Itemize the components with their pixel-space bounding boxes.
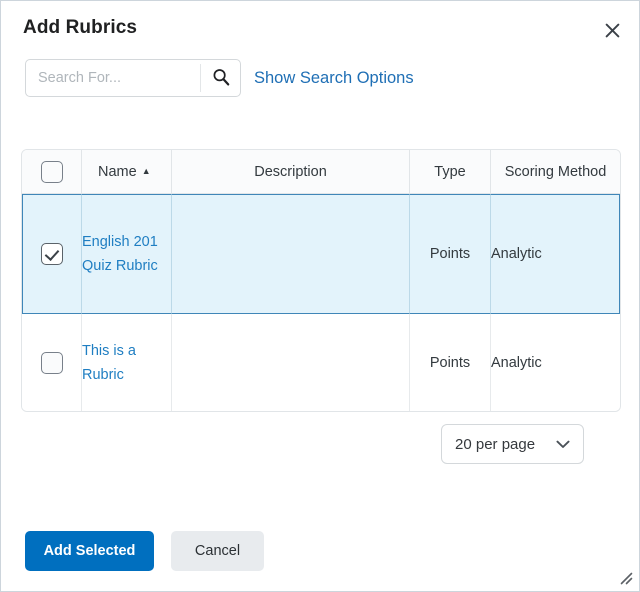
show-search-options-link[interactable]: Show Search Options — [254, 69, 414, 88]
row-checkbox[interactable] — [40, 243, 63, 265]
row-scoring-method-cell: Analytic — [491, 314, 620, 411]
rubric-name-link[interactable]: This is a Rubric — [82, 343, 136, 383]
search-box — [25, 59, 241, 97]
row-type-cell: Points — [410, 194, 491, 314]
close-button[interactable] — [597, 15, 627, 45]
column-header-type[interactable]: Type — [410, 150, 491, 194]
resize-grip-icon[interactable] — [617, 569, 633, 585]
table-row[interactable]: English 201 Quiz Rubric Points Analytic — [22, 194, 620, 314]
per-page-select[interactable]: 20 per page — [441, 424, 584, 464]
sort-ascending-icon: ▲ — [141, 165, 151, 176]
table-row[interactable]: This is a Rubric Points Analytic — [22, 314, 620, 411]
table-header-row: Name ▲ Description Type Scoring Method — [22, 150, 620, 194]
column-header-description[interactable]: Description — [172, 150, 410, 194]
column-header-scoring-method[interactable]: Scoring Method — [491, 150, 620, 194]
dialog-header: Add Rubrics — [1, 1, 639, 57]
row-name-cell: This is a Rubric — [82, 314, 172, 411]
search-button[interactable] — [201, 60, 240, 96]
row-select-cell — [22, 194, 82, 314]
close-icon — [605, 23, 620, 38]
column-header-name[interactable]: Name ▲ — [82, 150, 172, 194]
page-title: Add Rubrics — [23, 17, 138, 38]
add-rubrics-dialog: Add Rubrics Show Search Optio — [0, 0, 640, 592]
search-icon — [212, 68, 230, 89]
row-description-cell — [172, 194, 410, 314]
row-type-cell: Points — [410, 314, 491, 411]
row-checkbox[interactable] — [40, 351, 63, 374]
row-name-cell: English 201 Quiz Rubric — [82, 194, 172, 314]
row-description-cell — [172, 314, 410, 411]
row-select-cell — [22, 314, 82, 411]
rubrics-table: Name ▲ Description Type Scoring Method En… — [21, 149, 621, 412]
column-header-name-label: Name — [98, 163, 137, 180]
row-scoring-method-cell: Analytic — [491, 194, 620, 314]
select-all-header — [22, 150, 82, 194]
per-page-label: 20 per page — [455, 435, 536, 453]
add-selected-button[interactable]: Add Selected — [25, 531, 154, 571]
rubric-name-link[interactable]: English 201 Quiz Rubric — [82, 234, 158, 274]
search-input[interactable] — [26, 61, 198, 95]
cancel-button[interactable]: Cancel — [171, 531, 264, 571]
chevron-down-icon — [556, 440, 583, 449]
select-all-checkbox[interactable] — [40, 160, 63, 183]
search-row: Show Search Options — [25, 59, 414, 97]
